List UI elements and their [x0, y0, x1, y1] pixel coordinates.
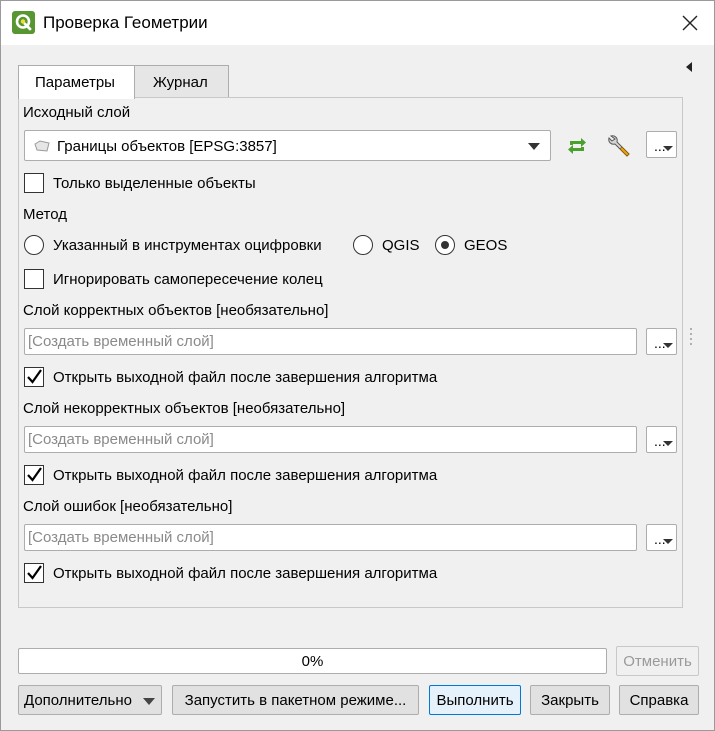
error-output-open-label: Открыть выходной файл после завершения а… [53, 565, 438, 582]
qgis-logo-icon [12, 11, 35, 34]
advanced-options-button[interactable] [604, 131, 636, 161]
progress-text: 0% [301, 653, 324, 670]
valid-output-open-label: Открыть выходной файл после завершения а… [53, 369, 438, 386]
iterate-layer-button[interactable] [561, 131, 593, 161]
progress-bar: 0% [18, 648, 607, 674]
advanced-dropdown-button[interactable]: Дополнительно [18, 685, 162, 715]
chevron-down-icon [528, 143, 540, 150]
selected-only-label: Только выделенные объекты [53, 175, 256, 192]
error-output-open-checkbox[interactable] [24, 563, 44, 583]
ignore-ring-label: Игнорировать самопересечение колец [53, 271, 323, 288]
method-option-geos-label: GEOS [464, 237, 508, 254]
invalid-output-open-label: Открыть выходной файл после завершения а… [53, 467, 438, 484]
error-output-label: Слой ошибок [необязательно] [23, 498, 233, 515]
checkmark-icon [27, 467, 42, 482]
advanced-label: Дополнительно [24, 692, 132, 709]
title-bar: Проверка Геометрии [1, 1, 714, 45]
polygon-layer-icon [34, 140, 50, 152]
run-button[interactable]: Выполнить [429, 685, 521, 715]
input-layer-label: Исходный слой [23, 104, 131, 121]
valid-output-label: Слой корректных объектов [необязательно] [23, 302, 329, 319]
tab-log-label: Журнал [153, 74, 208, 91]
valid-output-open-checkbox[interactable] [24, 367, 44, 387]
method-radio-geos[interactable] [435, 235, 455, 255]
input-layer-combobox[interactable]: Границы объектов [EPSG:3857] [24, 130, 551, 161]
splitter-handle[interactable] [690, 328, 692, 346]
error-output-field[interactable]: [Создать временный слой] [24, 524, 637, 551]
tab-parameters[interactable]: Параметры [18, 65, 135, 99]
close-button[interactable]: Закрыть [530, 685, 610, 715]
close-icon [682, 15, 698, 31]
dropdown-arrow-icon [663, 146, 673, 151]
dropdown-arrow-icon [663, 343, 673, 348]
invalid-output-open-checkbox[interactable] [24, 465, 44, 485]
ignore-ring-checkbox[interactable] [24, 269, 44, 289]
method-option-digitizing-label: Указанный в инструментах оцифровки [53, 237, 322, 254]
checkmark-icon [27, 565, 42, 580]
method-label: Метод [23, 206, 67, 223]
help-button[interactable]: Справка [619, 685, 699, 715]
close-window-button[interactable] [676, 9, 704, 37]
method-radio-digitizing[interactable] [24, 235, 44, 255]
refresh-icon [568, 138, 586, 154]
radio-selected-dot [441, 241, 449, 249]
checkmark-icon [27, 369, 42, 384]
tab-log[interactable]: Журнал [134, 65, 229, 98]
collapse-panel-icon[interactable] [684, 61, 694, 73]
cancel-button[interactable]: Отменить [616, 646, 699, 676]
invalid-output-label: Слой некорректных объектов [необязательн… [23, 400, 346, 417]
dropdown-arrow-icon [663, 441, 673, 446]
chevron-down-icon [143, 698, 155, 705]
wrench-icon [608, 135, 630, 157]
invalid-output-browse-button[interactable]: ... [646, 426, 677, 453]
method-radio-qgis[interactable] [353, 235, 373, 255]
invalid-output-field[interactable]: [Создать временный слой] [24, 426, 637, 453]
input-layer-browse-button[interactable]: ... [646, 131, 677, 158]
input-layer-value: Границы объектов [EPSG:3857] [57, 138, 277, 155]
dialog-window: Проверка Геометрии Параметры Журнал Исхо… [0, 0, 715, 731]
method-option-qgis-label: QGIS [382, 237, 420, 254]
selected-only-checkbox[interactable] [24, 173, 44, 193]
error-output-browse-button[interactable]: ... [646, 524, 677, 551]
tab-parameters-label: Параметры [35, 74, 115, 91]
window-title: Проверка Геометрии [43, 13, 208, 32]
dropdown-arrow-icon [663, 539, 673, 544]
valid-output-field[interactable]: [Создать временный слой] [24, 328, 637, 355]
batch-run-button[interactable]: Запустить в пакетном режиме... [172, 685, 419, 715]
valid-output-browse-button[interactable]: ... [646, 328, 677, 355]
